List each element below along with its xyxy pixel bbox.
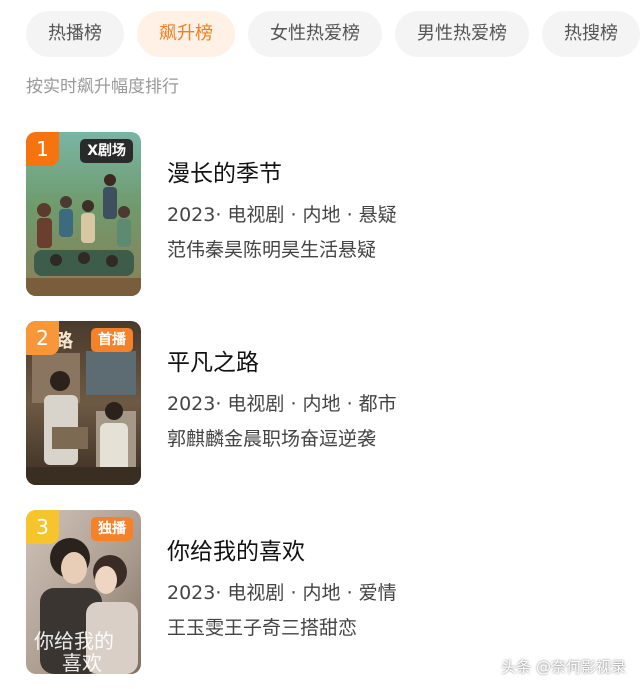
ranking-description: 按实时飙升幅度排行 (26, 77, 179, 97)
drama-description: 王玉雯王子奇三搭甜恋 (167, 617, 358, 639)
rank-badge: 1 (26, 132, 59, 166)
list-item[interactable]: 凡 路 2 首播 平凡之路 2023· 电视剧 · 内地 · 都市 郭麒麟金晨职… (26, 321, 626, 485)
tab-female-favorite[interactable]: 女性热爱榜 (248, 11, 382, 57)
theater-badge: X剧场 (80, 139, 133, 163)
drama-title[interactable]: 平凡之路 (167, 347, 259, 379)
poster-image[interactable]: 凡 路 2 首播 (26, 321, 141, 485)
rank-badge: 2 (26, 321, 59, 355)
badge-label: 剧场 (98, 143, 126, 159)
tab-male-favorite[interactable]: 男性热爱榜 (395, 11, 529, 57)
list-item[interactable]: 你给我的 喜欢 3 独播 你给我的喜欢 2023· 电视剧 · 内地 · 爱情 … (26, 510, 626, 674)
poster-title-text: 你给我的 (34, 629, 114, 653)
list-item[interactable]: 1 X剧场 漫长的季节 2023· 电视剧 · 内地 · 悬疑 范伟秦昊陈明昊生… (26, 132, 626, 296)
exclusive-badge: 独播 (91, 517, 133, 541)
tab-rising[interactable]: 飙升榜 (137, 11, 235, 57)
drama-meta: 2023· 电视剧 · 内地 · 爱情 (167, 582, 397, 604)
drama-description: 范伟秦昊陈明昊生活悬疑 (167, 239, 377, 261)
ranking-tabs: 热播榜 飙升榜 女性热爱榜 男性热爱榜 热搜榜 (26, 11, 640, 57)
rank-badge: 3 (26, 510, 59, 544)
x-brand-icon: X (87, 143, 98, 159)
drama-meta: 2023· 电视剧 · 内地 · 悬疑 (167, 204, 397, 226)
poster-image[interactable]: 你给我的 喜欢 3 独播 (26, 510, 141, 674)
watermark: 头条 @奈何影视录 (501, 658, 626, 676)
poster-image[interactable]: 1 X剧场 (26, 132, 141, 296)
tab-hot-play[interactable]: 热播榜 (26, 11, 124, 57)
drama-title[interactable]: 你给我的喜欢 (167, 536, 305, 568)
poster-title-text: 喜欢 (62, 651, 102, 674)
drama-meta: 2023· 电视剧 · 内地 · 都市 (167, 393, 397, 415)
drama-title[interactable]: 漫长的季节 (167, 158, 282, 190)
drama-description: 郭麒麟金晨职场奋逗逆袭 (167, 428, 377, 450)
premiere-badge: 首播 (91, 328, 133, 352)
tab-hot-search[interactable]: 热搜榜 (542, 11, 640, 57)
